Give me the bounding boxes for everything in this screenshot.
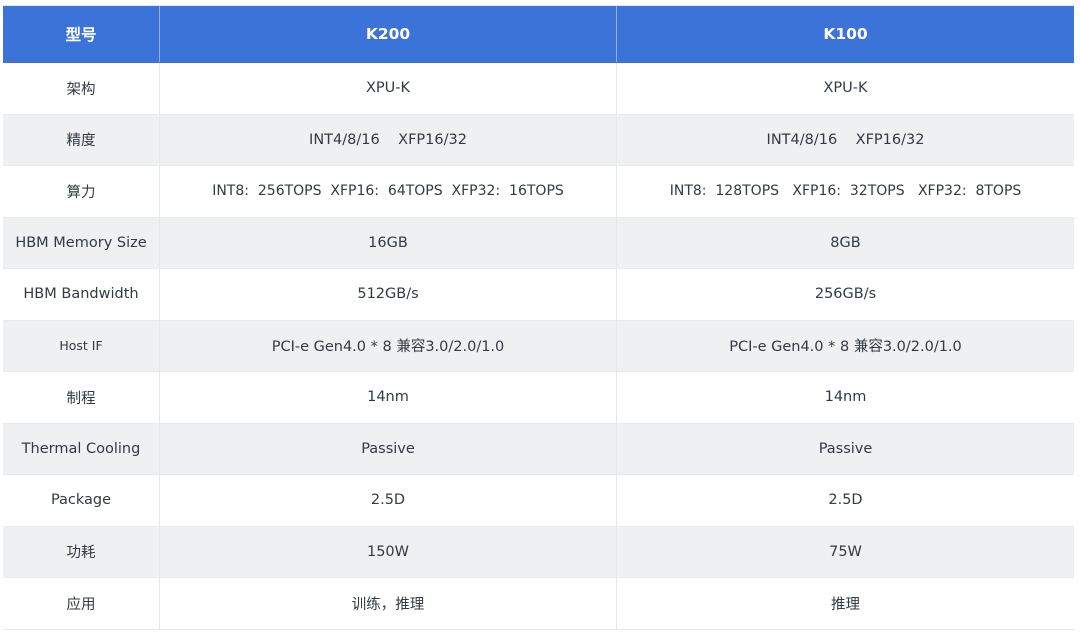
k100-value: INT4/8/16 XFP16/32	[766, 131, 925, 148]
table-header-row: 型号 K200 K100	[3, 6, 1074, 63]
table-row: 功耗 150W 75W	[3, 526, 1074, 578]
header-cell-k100: K100	[823, 25, 868, 43]
table-row: Package 2.5D 2.5D	[3, 475, 1074, 527]
row-label: HBM Bandwidth	[3, 269, 160, 320]
k200-value: INT4/8/16 XFP16/32	[160, 114, 617, 165]
k100-value: XPU-K	[823, 80, 868, 97]
k100-value: INT8: 128TOPS XFP16: 32TOPS XFP32: 8TOPS	[669, 183, 1022, 200]
row-label: Host IF	[3, 320, 160, 371]
k200-value: PCI-e Gen4.0 * 8 兼容3.0/2.0/1.0	[160, 320, 617, 371]
table-row: 精度 INT4/8/16 XFP16/32 INT4/8/16 XFP16/32	[3, 114, 1074, 166]
k100-value: PCI-e Gen4.0 * 8 兼容3.0/2.0/1.0	[729, 339, 962, 356]
k100-value: 256GB/s	[814, 286, 877, 303]
k200-value: 16GB	[160, 217, 617, 268]
row-label: 精度	[3, 114, 160, 165]
row-label: 架构	[3, 63, 160, 114]
row-label: HBM Memory Size	[3, 217, 160, 268]
row-label: 制程	[3, 372, 160, 423]
k200-value: 训练，推理	[160, 578, 617, 629]
table-row: Host IF PCI-e Gen4.0 * 8 兼容3.0/2.0/1.0 P…	[3, 320, 1074, 372]
header-cell-k200: K200	[160, 6, 617, 62]
k200-value: 150W	[160, 526, 617, 577]
k100-value: 14nm	[824, 389, 867, 406]
row-label: 功耗	[3, 526, 160, 577]
k200-value: 14nm	[160, 372, 617, 423]
row-label: Package	[3, 475, 160, 526]
k200-value: INT8: 256TOPS XFP16: 64TOPS XFP32: 16TOP…	[160, 166, 617, 217]
table-row: 制程 14nm 14nm	[3, 372, 1074, 424]
k200-value: 512GB/s	[160, 269, 617, 320]
table-row: HBM Bandwidth 512GB/s 256GB/s	[3, 269, 1074, 321]
row-label: 应用	[3, 578, 160, 629]
k200-value: XPU-K	[160, 63, 617, 114]
k100-value: 推理	[831, 596, 860, 613]
row-label: Thermal Cooling	[3, 423, 160, 474]
k200-value: 2.5D	[160, 475, 617, 526]
k100-value: Passive	[818, 440, 873, 457]
table-row: 算力 INT8: 256TOPS XFP16: 64TOPS XFP32: 16…	[3, 166, 1074, 218]
row-label: 算力	[3, 166, 160, 217]
table-row: Thermal Cooling Passive Passive	[3, 423, 1074, 475]
k100-value: 8GB	[830, 234, 861, 251]
k200-value: Passive	[160, 423, 617, 474]
table-row: 架构 XPU-K XPU-K	[3, 63, 1074, 115]
header-cell-model: 型号	[3, 6, 160, 62]
k100-value: 75W	[829, 543, 862, 560]
k100-value: 2.5D	[828, 492, 863, 509]
table-row: HBM Memory Size 16GB 8GB	[3, 217, 1074, 269]
table-row: 应用 训练，推理 推理	[3, 578, 1074, 630]
spec-table: 型号 K200 K100 架构 XPU-K XPU-K 精度 INT4/8/16…	[3, 5, 1074, 630]
